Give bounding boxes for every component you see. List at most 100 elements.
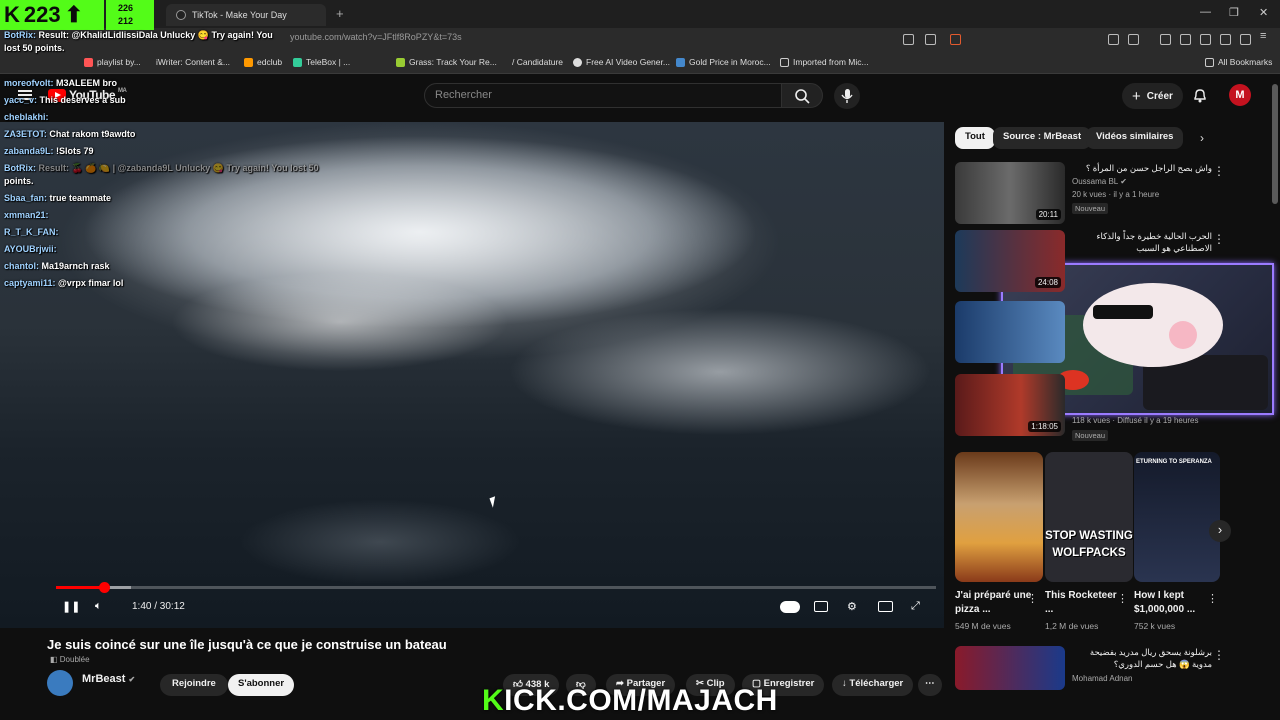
share-icon[interactable] xyxy=(925,34,936,45)
short-overlay-text: ETURNING TO SPERANZA xyxy=(1136,459,1212,465)
chat-username: captyami11: xyxy=(4,278,59,288)
new-tab-button[interactable]: + xyxy=(336,6,344,21)
video-time: 1:40 / 30:12 xyxy=(132,601,185,612)
chat-username: moreofvolt: xyxy=(4,78,57,88)
bookmark-gold-price[interactable]: Gold Price in Moroc... xyxy=(676,57,771,67)
miniplayer-icon[interactable] xyxy=(878,601,893,612)
bookmark-playlist[interactable]: playlist by... xyxy=(84,57,141,67)
chat-username: yacc_v: xyxy=(4,95,40,105)
voice-search-button[interactable] xyxy=(834,83,860,109)
vpn-icon[interactable] xyxy=(1240,34,1251,45)
extension-icon[interactable] xyxy=(1108,34,1119,45)
search-input[interactable]: Rechercher xyxy=(424,83,782,108)
bookmark-telebox[interactable]: TeleBox | ... xyxy=(293,57,350,67)
video-thumbnail xyxy=(955,301,1065,363)
chat-username: Sbaa_fan: xyxy=(4,193,50,203)
bookmark-iwriter[interactable]: iWriter: Content &... xyxy=(156,57,230,67)
more-options-icon[interactable]: ⋮ xyxy=(1213,648,1225,662)
bookmark-free-ai-video[interactable]: Free AI Video Gener... xyxy=(573,57,670,67)
subscribe-button[interactable]: S'abonner xyxy=(228,674,295,696)
more-actions-button[interactable]: ⋯ xyxy=(918,674,942,696)
chat-username: chantol: xyxy=(4,261,42,271)
recommended-video[interactable] xyxy=(955,301,1255,363)
dub-icon: ◧ xyxy=(50,655,60,664)
recommended-video[interactable]: 1:18:05 118 k vues · Diffusé il y a 19 h… xyxy=(955,374,1255,441)
maximize-icon[interactable]: ❐ xyxy=(1229,6,1239,19)
bookmark-imported[interactable]: Imported from Mic... xyxy=(780,57,869,67)
recommended-video[interactable]: 24:08 الحرب الحالية خطيرة جداً والذكاء ا… xyxy=(955,230,1255,292)
short-thumbnail[interactable] xyxy=(955,452,1043,582)
bookmark-edclub[interactable]: edclub xyxy=(244,57,282,67)
chip-source-mrbeast[interactable]: Source : MrBeast xyxy=(993,127,1092,149)
create-button[interactable]: + Créer xyxy=(1122,83,1183,109)
chat-text: !Slots 79 xyxy=(56,146,94,156)
tab-tiktok[interactable]: TikTok - Make Your Day xyxy=(166,4,326,26)
search-icon xyxy=(795,89,810,104)
chat-message: chantol: Ma19arnch rask xyxy=(4,261,110,271)
download-button[interactable]: ↓ Télécharger xyxy=(832,674,914,696)
brave-shield-icon[interactable] xyxy=(950,34,961,45)
progress-played xyxy=(56,586,105,589)
channel-name[interactable]: MrBeast ✔ xyxy=(82,673,135,685)
chat-message: BotRix: Result: 🍒 🍊 🍋 | @zabanda9L Unluc… xyxy=(4,163,319,174)
notifications-bell-icon[interactable] xyxy=(1192,87,1208,103)
verified-icon: ✔ xyxy=(1120,177,1127,186)
bookmark-icon xyxy=(573,57,582,67)
search-button[interactable] xyxy=(781,83,823,108)
menu-icon[interactable]: ≡ xyxy=(1260,30,1271,42)
more-options-icon[interactable]: ⋮ xyxy=(1213,232,1225,246)
short-title[interactable]: J'ai préparé une pizza ... xyxy=(955,589,1033,617)
more-options-icon[interactable]: ⋮ xyxy=(1027,592,1038,605)
short-title[interactable]: This Rocketeer ... xyxy=(1045,589,1123,617)
folder-icon xyxy=(1205,57,1214,67)
video-progress-bar[interactable] xyxy=(56,582,936,593)
chip-all[interactable]: Tout xyxy=(955,127,995,149)
close-icon[interactable]: ✕ xyxy=(1259,6,1268,19)
shorts-next-chevron-icon[interactable]: › xyxy=(1209,520,1231,542)
fullscreen-icon[interactable]: ⤢ xyxy=(911,600,920,613)
join-button[interactable]: Rejoindre xyxy=(160,674,228,696)
wallet-icon[interactable] xyxy=(1200,34,1211,45)
account-avatar[interactable]: M xyxy=(1229,84,1251,106)
plus-icon: + xyxy=(1132,87,1141,105)
short-thumbnail[interactable]: STOP WASTING WOLFPACKS xyxy=(1045,452,1133,582)
page-scrollbar[interactable] xyxy=(1272,84,1278,204)
bookmark-grass[interactable]: Grass: Track Your Re... xyxy=(396,57,497,67)
short-views: 549 M de vues xyxy=(955,621,1011,631)
dubbed-label: ◧ Doublée xyxy=(50,655,90,664)
subtitles-icon[interactable] xyxy=(814,601,828,612)
short-thumbnail[interactable]: ETURNING TO SPERANZA xyxy=(1134,452,1220,582)
autoplay-toggle[interactable] xyxy=(780,601,800,613)
short-views: 1,2 M de vues xyxy=(1045,621,1099,631)
screenshot-icon[interactable] xyxy=(1128,34,1139,45)
chips-next-chevron-icon[interactable]: › xyxy=(1200,131,1204,145)
more-options-icon[interactable]: ⋮ xyxy=(1207,592,1218,605)
short-overlay-text: STOP WASTING WOLFPACKS xyxy=(1045,530,1133,559)
video-thumbnail: 20:11 xyxy=(955,162,1065,224)
pause-icon[interactable]: ❚❚ xyxy=(62,600,80,613)
install-icon[interactable] xyxy=(903,34,914,45)
chip-similar-videos[interactable]: Vidéos similaires xyxy=(1086,127,1184,149)
chat-text: lost 50 points. xyxy=(4,43,65,53)
settings-gear-icon[interactable]: ⚙ xyxy=(847,600,857,613)
url-field[interactable]: youtube.com/watch?v=JFtlf8RoPZY&t=73s xyxy=(290,32,462,42)
recommended-video[interactable]: 20:11 واش بصح الراجل حسن من المرأة ؟ Ous… xyxy=(955,162,1255,224)
youtube-header: YouTube MA Rechercher + Créer M xyxy=(0,74,1280,118)
channel-avatar[interactable] xyxy=(47,670,73,696)
all-bookmarks[interactable]: All Bookmarks xyxy=(1205,57,1272,67)
short-title[interactable]: How I kept $1,000,000 ... xyxy=(1134,589,1212,617)
recommended-video[interactable]: برشلونة يسحق ريال مدريد بفضيحة مدوية 😱 ه… xyxy=(955,646,1255,708)
chat-text: Result: 🍒 🍊 🍋 | @zabanda9L Unlucky 😋 Try… xyxy=(38,163,319,173)
leo-ai-icon[interactable] xyxy=(1220,34,1231,45)
more-options-icon[interactable]: ⋮ xyxy=(1213,164,1225,178)
chat-message: R_T_K_FAN: xyxy=(4,227,59,237)
sidebar-icon[interactable] xyxy=(1180,34,1191,45)
video-player[interactable] xyxy=(0,122,944,628)
chat-username: xmman21: xyxy=(4,210,49,220)
more-options-icon[interactable]: ⋮ xyxy=(1117,592,1128,605)
bookmark-icon xyxy=(84,57,93,67)
music-icon[interactable] xyxy=(1160,34,1171,45)
bookmark-candidature[interactable]: / Candidature xyxy=(512,57,563,67)
minimize-icon[interactable]: — xyxy=(1200,6,1211,18)
volume-icon[interactable]: 🔈︎ xyxy=(95,600,102,613)
